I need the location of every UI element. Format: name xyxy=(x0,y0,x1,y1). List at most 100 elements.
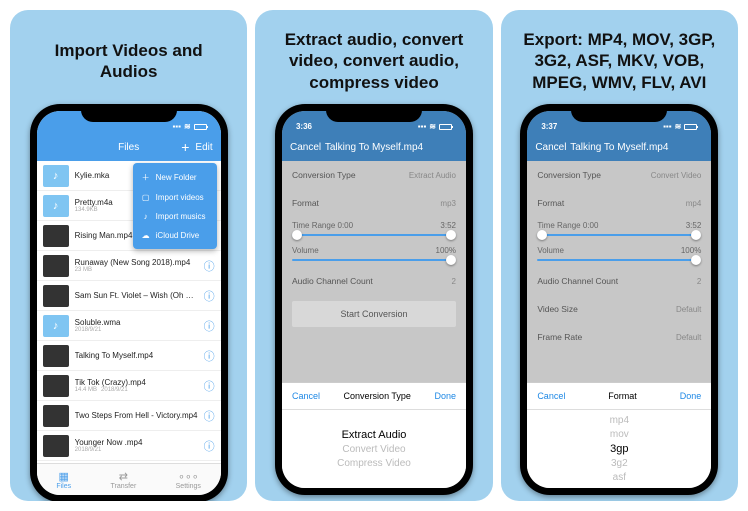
row-time-range: Time Range 0:003:52 xyxy=(527,217,711,232)
row-time-range: Time Range 0:003:52 xyxy=(282,217,466,232)
time-range-slider[interactable] xyxy=(527,232,711,242)
info-icon[interactable]: ⓘ xyxy=(204,288,215,304)
file-row[interactable]: Tik Tok (Crazy).mp414.4 MB2018/9/21ⓘ xyxy=(37,371,221,401)
card-title: Import Videos and Audios xyxy=(20,26,237,104)
phone-mock-1: ▪▪▪≋ Files + Edit ♪Kylie.mkaⓘ ♪Pretty.m4… xyxy=(30,104,228,501)
volume-slider[interactable] xyxy=(282,257,466,267)
picker-toolbar: Cancel Conversion Type Done xyxy=(282,383,466,410)
info-icon[interactable]: ⓘ xyxy=(204,378,215,394)
row-volume-label: Volume100% xyxy=(527,242,711,257)
tab-settings[interactable]: ∘∘∘Settings xyxy=(176,470,201,490)
picker-option[interactable]: 3g2 xyxy=(611,458,628,469)
card-title: Extract audio, convert video, convert au… xyxy=(265,26,482,104)
phone-mock-3: 3:37 ▪▪▪≋ Cancel Talking To Myself.mp4 C… xyxy=(520,104,718,495)
picker-wheel[interactable]: Extract Audio Convert Video Compress Vid… xyxy=(282,410,466,488)
row-audio-channel[interactable]: Audio Channel Count2 xyxy=(527,267,711,295)
file-row[interactable]: ♪Soluble.wma2018/9/21ⓘ xyxy=(37,311,221,341)
nav-bar: Cancel Talking To Myself.mp4 xyxy=(527,133,711,161)
popover-new-folder[interactable]: ＋New Folder xyxy=(133,167,217,188)
nav-cancel-button[interactable]: Cancel xyxy=(290,142,321,153)
row-frame-rate[interactable]: Frame RateDefault xyxy=(527,323,711,351)
row-conversion-type[interactable]: Conversion TypeConvert Video xyxy=(527,161,711,189)
video-thumb xyxy=(43,375,69,397)
file-row[interactable]: war3end.mp4ⓘ xyxy=(37,461,221,463)
file-row[interactable]: Sam Sun Ft. Violet – Wish (Oh No).mp4ⓘ xyxy=(37,281,221,311)
picker-toolbar: Cancel Format Done xyxy=(527,383,711,410)
add-popover: ＋New Folder ▢Import videos ♪Import music… xyxy=(133,163,217,249)
picker-option[interactable]: mp4 xyxy=(610,415,629,426)
picker-option[interactable]: mov xyxy=(610,429,629,440)
picker-option[interactable]: Compress Video xyxy=(337,458,411,469)
add-icon[interactable]: + xyxy=(181,140,189,154)
row-volume-label: Volume100% xyxy=(282,242,466,257)
transfer-icon: ⇄ xyxy=(110,470,136,483)
card-title: Export: MP4, MOV, 3GP, 3G2, ASF, MKV, VO… xyxy=(511,26,728,104)
music-icon: ♪ xyxy=(43,165,69,187)
info-icon[interactable]: ⓘ xyxy=(204,318,215,334)
nav-bar: Cancel Talking To Myself.mp4 xyxy=(282,133,466,161)
row-format[interactable]: Formatmp3 xyxy=(282,189,466,217)
row-format[interactable]: Formatmp4 xyxy=(527,189,711,217)
video-thumb xyxy=(43,255,69,277)
notch xyxy=(571,104,667,122)
time-range-slider[interactable] xyxy=(282,232,466,242)
picker-sheet: Cancel Format Done mp4 mov 3gp 3g2 asf xyxy=(527,382,711,488)
tab-transfer[interactable]: ⇄Transfer xyxy=(110,470,136,490)
music-icon: ♪ xyxy=(141,212,151,221)
promo-card-1: Import Videos and Audios ▪▪▪≋ Files + Ed… xyxy=(10,10,247,501)
picker-cancel-button[interactable]: Cancel xyxy=(292,391,320,401)
info-icon[interactable]: ⓘ xyxy=(204,408,215,424)
row-conversion-type[interactable]: Conversion TypeExtract Audio xyxy=(282,161,466,189)
nav-title: Files xyxy=(118,142,139,153)
picker-wheel[interactable]: mp4 mov 3gp 3g2 asf xyxy=(527,410,711,488)
promo-card-2: Extract audio, convert video, convert au… xyxy=(255,10,492,501)
file-list: ♪Kylie.mkaⓘ ♪Pretty.m4a134.9KBⓘ Rising M… xyxy=(37,161,221,463)
nav-edit-button[interactable]: Edit xyxy=(195,142,212,153)
popover-import-videos[interactable]: ▢Import videos xyxy=(133,188,217,207)
cloud-icon: ☁ xyxy=(141,231,151,240)
settings-icon: ∘∘∘ xyxy=(176,470,201,483)
music-icon: ♪ xyxy=(43,195,69,217)
row-video-size[interactable]: Video SizeDefault xyxy=(527,295,711,323)
notch xyxy=(326,104,422,122)
info-icon[interactable]: ⓘ xyxy=(204,348,215,364)
nav-title: Talking To Myself.mp4 xyxy=(570,142,668,153)
row-audio-channel[interactable]: Audio Channel Count2 xyxy=(282,267,466,295)
notch xyxy=(81,104,177,122)
music-icon: ♪ xyxy=(43,315,69,337)
file-row[interactable]: Talking To Myself.mp4ⓘ xyxy=(37,341,221,371)
info-icon[interactable]: ⓘ xyxy=(204,258,215,274)
info-icon[interactable]: ⓘ xyxy=(204,438,215,454)
picker-option[interactable]: asf xyxy=(613,472,626,483)
phone-mock-2: 3:36 ▪▪▪≋ Cancel Talking To Myself.mp4 C… xyxy=(275,104,473,495)
video-icon: ▢ xyxy=(141,193,151,202)
volume-slider[interactable] xyxy=(527,257,711,267)
picker-cancel-button[interactable]: Cancel xyxy=(537,391,565,401)
picker-done-button[interactable]: Done xyxy=(680,391,702,401)
video-thumb xyxy=(43,345,69,367)
picker-sheet: Cancel Conversion Type Done Extract Audi… xyxy=(282,382,466,488)
nav-bar: Files + Edit xyxy=(37,133,221,161)
video-thumb xyxy=(43,435,69,457)
video-thumb xyxy=(43,225,69,247)
file-row[interactable]: Runaway (New Song 2018).mp423 MBⓘ xyxy=(37,251,221,281)
video-thumb xyxy=(43,285,69,307)
screen-convert: 3:36 ▪▪▪≋ Cancel Talking To Myself.mp4 C… xyxy=(282,111,466,488)
picker-option[interactable]: Extract Audio xyxy=(342,429,407,441)
popover-icloud-drive[interactable]: ☁iCloud Drive xyxy=(133,226,217,245)
picker-title: Format xyxy=(608,391,637,401)
picker-done-button[interactable]: Done xyxy=(434,391,456,401)
status-time: 3:36 xyxy=(296,122,312,131)
file-row[interactable]: Two Steps From Hell - Victory.mp4ⓘ xyxy=(37,401,221,431)
picker-option[interactable]: Convert Video xyxy=(342,444,405,455)
popover-import-musics[interactable]: ♪Import musics xyxy=(133,207,217,226)
file-row[interactable]: Younger Now .mp42018/9/21ⓘ xyxy=(37,431,221,461)
picker-option[interactable]: 3gp xyxy=(610,443,628,455)
tab-files[interactable]: ▦Files xyxy=(56,470,71,490)
start-conversion-button[interactable]: Start Conversion xyxy=(292,301,456,327)
tab-bar: ▦Files ⇄Transfer ∘∘∘Settings xyxy=(37,463,221,495)
picker-title: Conversion Type xyxy=(344,391,411,401)
promo-card-3: Export: MP4, MOV, 3GP, 3G2, ASF, MKV, VO… xyxy=(501,10,738,501)
video-thumb xyxy=(43,405,69,427)
nav-cancel-button[interactable]: Cancel xyxy=(535,142,566,153)
